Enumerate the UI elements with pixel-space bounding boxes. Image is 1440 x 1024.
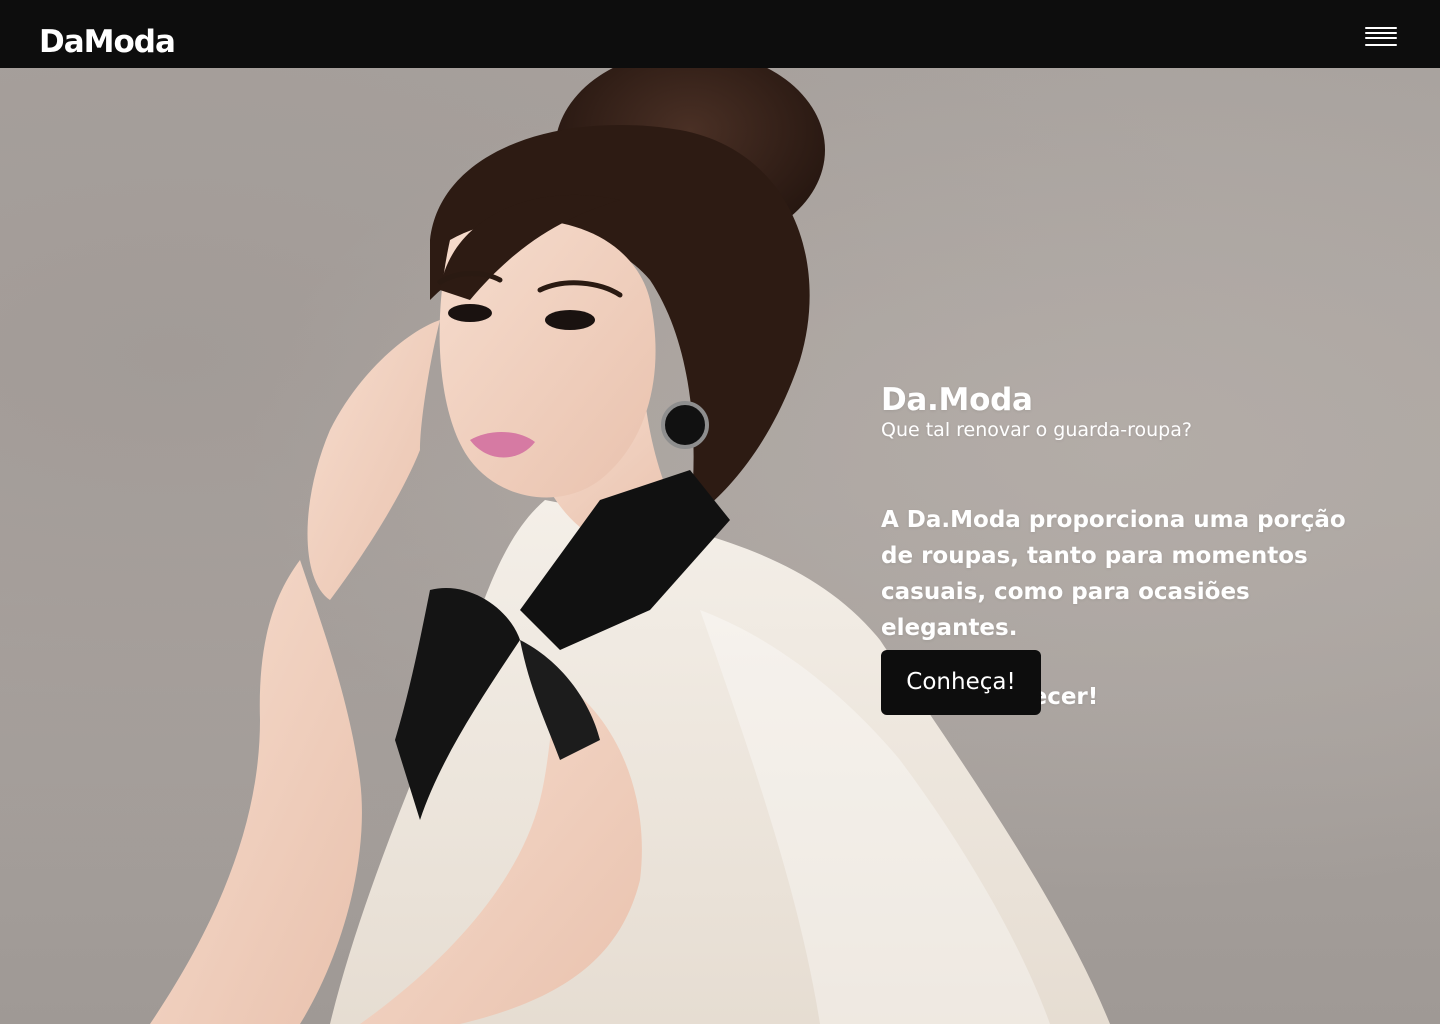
hero-section: Da.Moda Que tal renovar o guarda-roupa? … <box>0 68 1440 1024</box>
menu-icon-line <box>1365 32 1397 34</box>
menu-icon-line <box>1365 27 1397 29</box>
top-navigation-bar: DaModa <box>0 0 1440 68</box>
cta-button[interactable]: Conheça! <box>881 650 1041 715</box>
eye-right <box>545 310 595 330</box>
hero-title: Da.Moda <box>881 382 1033 418</box>
forearm <box>150 560 362 1024</box>
hand <box>307 320 440 600</box>
hero-subtitle: Que tal renovar o guarda-roupa? <box>881 419 1192 441</box>
menu-icon-line <box>1365 44 1397 46</box>
site-logo[interactable]: DaModa <box>39 24 176 60</box>
earring <box>661 401 709 449</box>
menu-icon-line <box>1365 37 1397 39</box>
hamburger-menu-icon[interactable] <box>1358 20 1404 56</box>
eye-left <box>448 304 492 322</box>
hero-description: A Da.Moda proporciona uma porção de roup… <box>881 507 1346 641</box>
